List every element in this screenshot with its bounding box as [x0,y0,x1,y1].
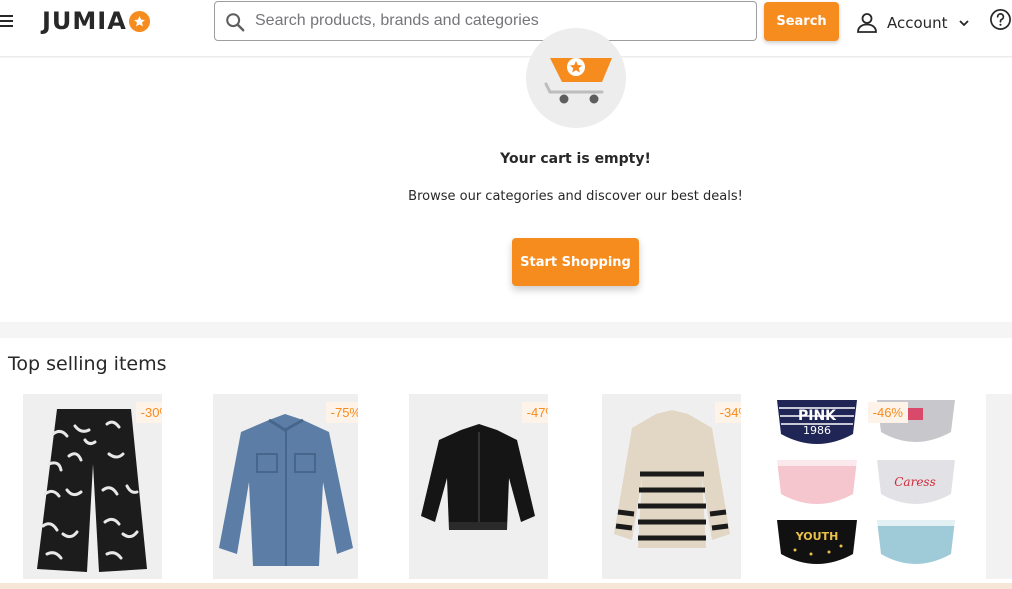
product-card[interactable]: PINK 1986 Caress YOUTH -46% [771,394,960,579]
empty-cart-card: Your cart is empty! Browse our categorie… [0,28,1012,322]
section-title: Top selling items [8,353,167,375]
briefs-print-text: PINK [798,408,837,424]
help-icon[interactable] [989,8,1012,31]
discount-badge: -46% [867,402,908,423]
discount-badge: -30% [135,402,162,423]
discount-badge: -34% [714,402,741,423]
cart-empty-subtitle: Browse our categories and discover our b… [408,189,743,204]
logo-text: JUMIA [42,7,127,35]
search-icon [226,13,245,32]
jumia-logo[interactable]: JUMIA [42,6,150,36]
top-selling-section: Top selling items -30% [0,338,1012,589]
product-carousel: -30% -75% -47% [0,394,1012,579]
briefs-print-text: 1986 [803,424,831,437]
hamburger-icon[interactable] [0,12,14,28]
cart-illustration [526,28,626,128]
account-label: Account [887,14,948,32]
product-card[interactable]: -75% [213,394,358,579]
footer-strip [0,583,1012,589]
briefs-print-text: Caress [894,475,936,489]
star-icon [128,10,150,32]
start-shopping-button[interactable]: Start Shopping [512,238,639,286]
search-input[interactable] [255,2,750,40]
search-button[interactable]: Search [764,2,839,41]
search-box [214,1,757,41]
chevron-down-icon [958,20,969,27]
product-image: PINK 1986 Caress YOUTH [771,394,960,579]
product-card[interactable]: -47% [409,394,548,579]
user-icon [857,13,877,33]
briefs-print-text: YOUTH [795,530,839,543]
cart-empty-title: Your cart is empty! [500,151,651,167]
product-card[interactable]: -34% [602,394,741,579]
shopping-cart-icon [544,58,612,104]
product-card[interactable]: -30% [23,394,162,579]
discount-badge: -75% [325,402,358,423]
header: JUMIA Search Account [0,0,1012,57]
account-menu[interactable]: Account [855,8,970,38]
discount-badge: -47% [521,402,548,423]
product-card[interactable] [986,394,1012,579]
